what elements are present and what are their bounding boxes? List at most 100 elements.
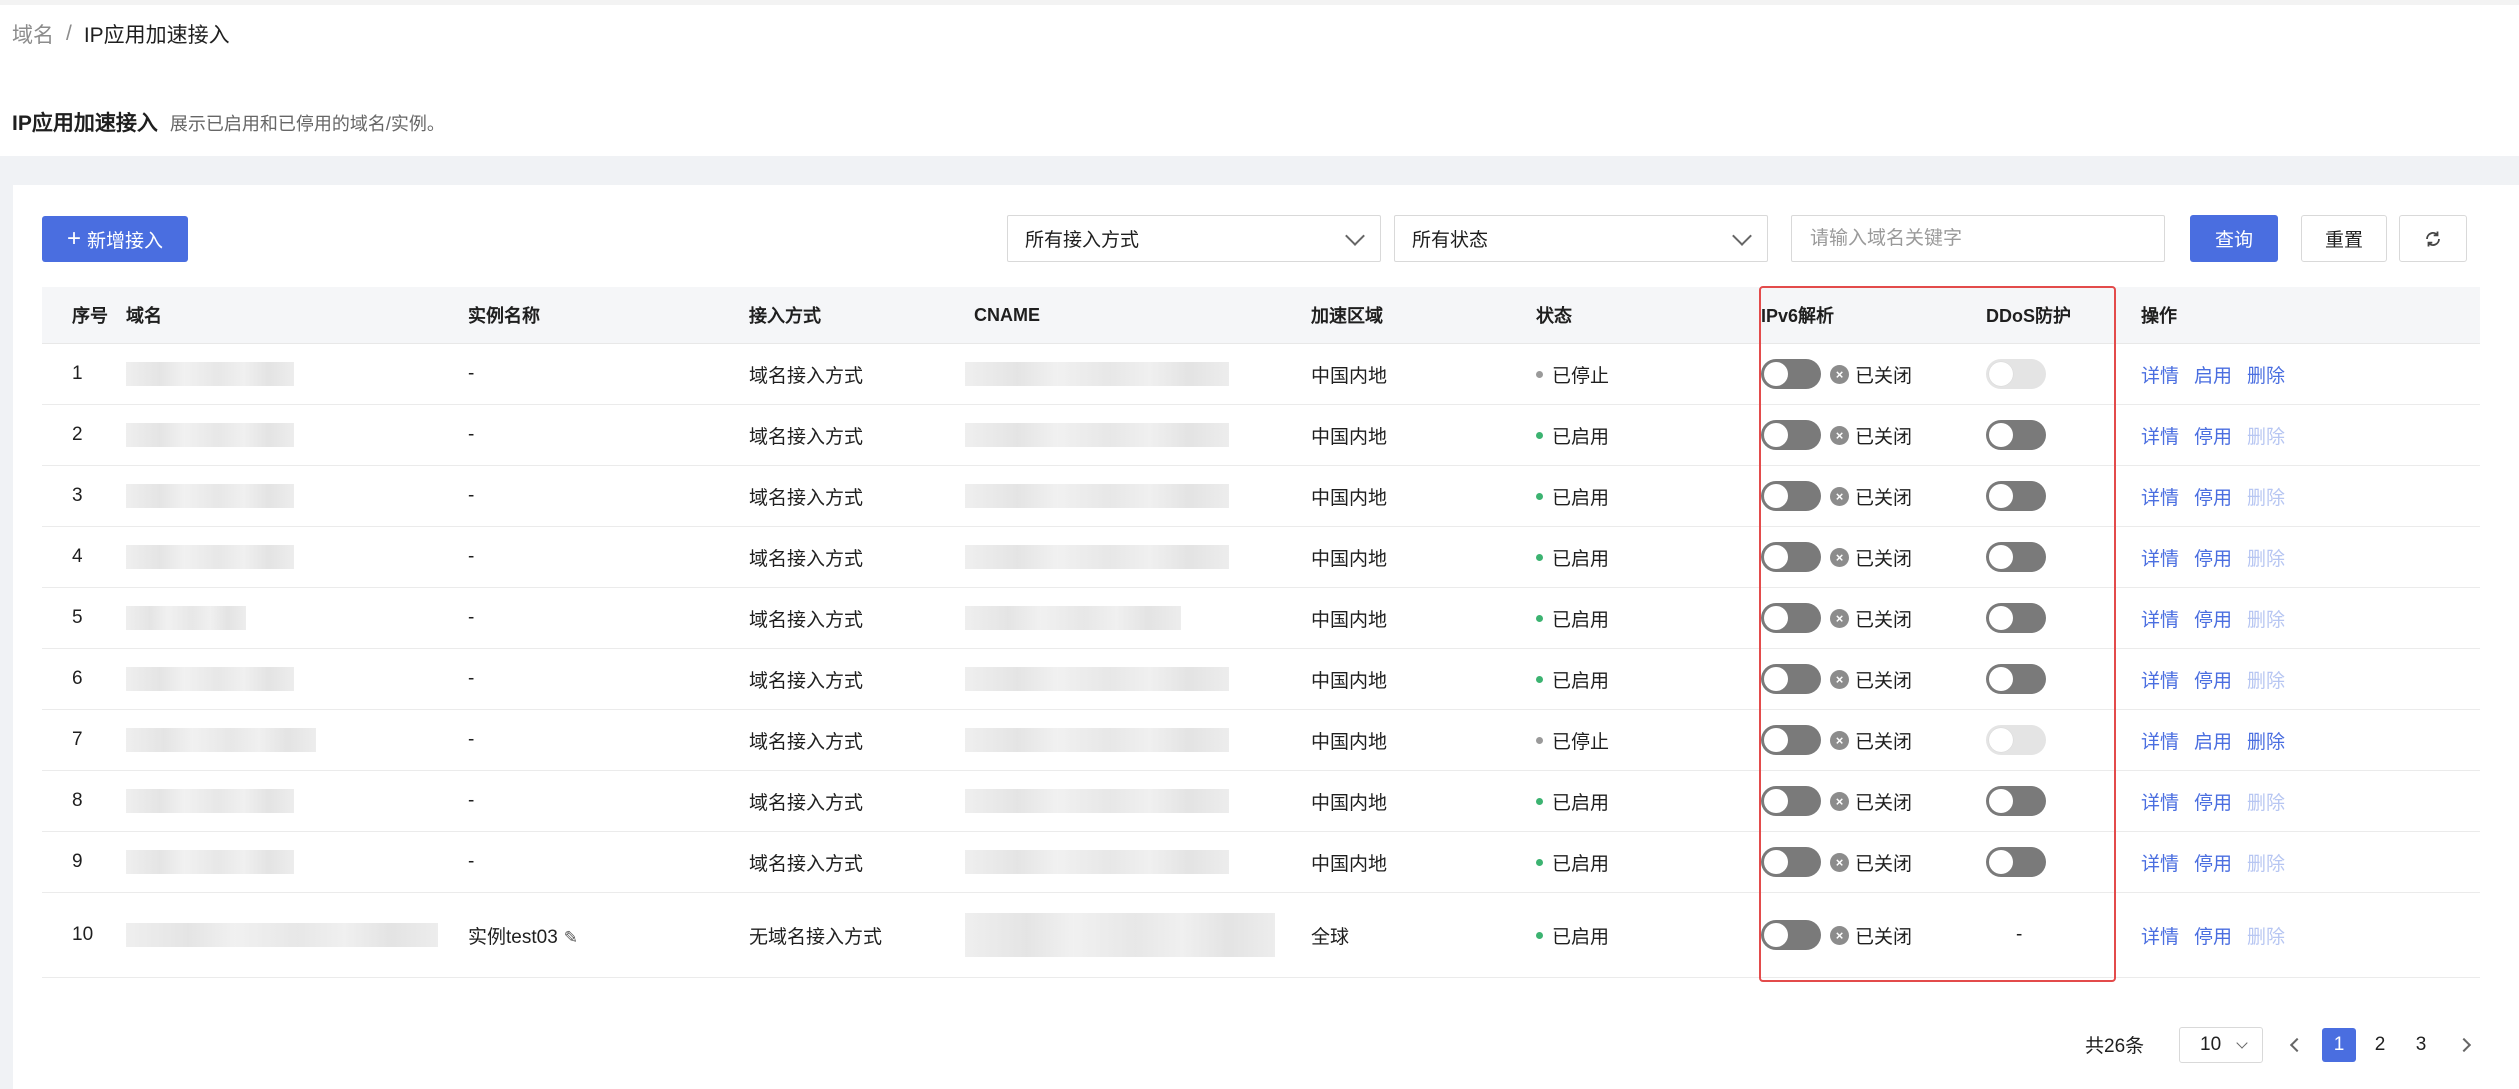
delete-link[interactable]: 删除 (2247, 549, 2285, 570)
breadcrumb-root[interactable]: 域名 (12, 19, 54, 49)
ddos-switch[interactable] (1986, 542, 2046, 572)
cell-cname (965, 404, 1311, 466)
detail-link[interactable]: 详情 (2141, 610, 2179, 631)
delete-link[interactable]: 删除 (2247, 610, 2285, 631)
ddos-switch[interactable] (1986, 603, 2046, 633)
redacted-domain (126, 484, 294, 508)
toggle-link[interactable]: 停用 (2194, 671, 2232, 692)
delete-link[interactable]: 删除 (2247, 671, 2285, 692)
ipv6-switch[interactable] (1761, 542, 1821, 572)
detail-link[interactable]: 详情 (2141, 927, 2179, 948)
page-header: IP应用加速接入 展示已启用和已停用的域名/实例。 (12, 107, 445, 137)
header-status: 状态 (1536, 287, 1761, 344)
detail-link[interactable]: 详情 (2141, 427, 2179, 448)
ddos-switch[interactable] (1986, 786, 2046, 816)
cell-index: 10 (42, 892, 126, 978)
page-3-button[interactable]: 3 (2404, 1028, 2438, 1062)
cell-ipv6: × 已关闭 (1761, 709, 1986, 771)
ipv6-status-text: 已关闭 (1855, 792, 1913, 814)
cell-access: 域名接入方式 (749, 587, 974, 649)
toggle-link[interactable]: 停用 (2194, 793, 2232, 814)
status-text: 已启用 (1552, 670, 1610, 692)
domain-search-input[interactable] (1791, 215, 2165, 262)
delete-link[interactable]: 删除 (2247, 854, 2285, 875)
detail-link[interactable]: 详情 (2141, 854, 2179, 875)
cell-access: 域名接入方式 (749, 831, 974, 893)
cell-ddos (1986, 587, 2124, 649)
add-access-button[interactable]: + 新增接入 (42, 216, 188, 262)
refresh-button[interactable] (2399, 215, 2467, 262)
cell-actions: 详情 停用 删除 (2124, 770, 2480, 832)
delete-link[interactable]: 删除 (2247, 793, 2285, 814)
cell-index: 6 (42, 648, 126, 710)
close-icon: × (1830, 364, 1849, 384)
toggle-link[interactable]: 停用 (2194, 927, 2232, 948)
detail-link[interactable]: 详情 (2141, 671, 2179, 692)
delete-link[interactable]: 删除 (2247, 488, 2285, 509)
delete-link[interactable]: 删除 (2247, 366, 2285, 387)
ipv6-status-text: 已关闭 (1855, 365, 1913, 387)
cell-status: 已启用 (1536, 892, 1761, 978)
next-page-button[interactable] (2447, 1028, 2481, 1062)
ipv6-switch[interactable] (1761, 603, 1821, 633)
cell-ipv6: × 已关闭 (1761, 648, 1986, 710)
delete-link[interactable]: 删除 (2247, 927, 2285, 948)
header-domain: 域名 (126, 287, 468, 344)
cell-cname (965, 526, 1311, 588)
ipv6-status-text: 已关闭 (1855, 609, 1913, 631)
delete-link[interactable]: 删除 (2247, 732, 2285, 753)
toggle-link[interactable]: 停用 (2194, 488, 2232, 509)
page-1-button[interactable]: 1 (2322, 1028, 2356, 1062)
cell-region: 全球 (1311, 892, 1536, 978)
delete-link[interactable]: 删除 (2247, 427, 2285, 448)
ddos-switch[interactable] (1986, 725, 2046, 755)
header-index: 序号 (42, 287, 126, 344)
detail-link[interactable]: 详情 (2141, 366, 2179, 387)
chevron-down-icon (1345, 226, 1365, 246)
toggle-link[interactable]: 停用 (2194, 610, 2232, 631)
ddos-switch[interactable] (1986, 847, 2046, 877)
ipv6-switch[interactable] (1761, 481, 1821, 511)
edit-icon[interactable]: ✎ (564, 928, 578, 947)
breadcrumb: 域名 / IP应用加速接入 (12, 19, 230, 49)
ddos-switch[interactable] (1986, 420, 2046, 450)
status-text: 已启用 (1552, 926, 1610, 948)
toggle-link[interactable]: 停用 (2194, 854, 2232, 875)
ipv6-switch[interactable] (1761, 847, 1821, 877)
ddos-switch[interactable] (1986, 481, 2046, 511)
status-text: 已启用 (1552, 792, 1610, 814)
ddos-switch[interactable] (1986, 359, 2046, 389)
plus-icon: + (66, 225, 81, 252)
status-dot (1536, 431, 1543, 439)
toggle-link[interactable]: 启用 (2194, 732, 2232, 753)
detail-link[interactable]: 详情 (2141, 732, 2179, 753)
ipv6-switch[interactable] (1761, 786, 1821, 816)
ipv6-switch[interactable] (1761, 664, 1821, 694)
toggle-link[interactable]: 停用 (2194, 549, 2232, 570)
reset-button[interactable]: 重置 (2301, 215, 2387, 262)
ddos-switch[interactable] (1986, 664, 2046, 694)
ipv6-switch[interactable] (1761, 359, 1821, 389)
cell-ddos (1986, 465, 2124, 527)
add-access-label: 新增接入 (87, 230, 164, 252)
toggle-link[interactable]: 停用 (2194, 427, 2232, 448)
cell-status: 已启用 (1536, 526, 1761, 588)
detail-link[interactable]: 详情 (2141, 488, 2179, 509)
detail-link[interactable]: 详情 (2141, 549, 2179, 570)
table-row: 9 - 域名接入方式 中国内地 已启用 × 已关闭 详情 停用 删除 (42, 831, 2480, 893)
status-select[interactable]: 所有状态 (1394, 215, 1768, 262)
detail-link[interactable]: 详情 (2141, 793, 2179, 814)
status-dot (1536, 553, 1543, 561)
ipv6-switch[interactable] (1761, 725, 1821, 755)
toggle-link[interactable]: 启用 (2194, 366, 2232, 387)
query-button[interactable]: 查询 (2190, 215, 2278, 262)
query-label: 查询 (2214, 230, 2253, 251)
ipv6-status-text: 已关闭 (1855, 853, 1913, 875)
access-method-select[interactable]: 所有接入方式 (1007, 215, 1381, 262)
page-size-select[interactable]: 10 (2179, 1027, 2263, 1063)
page-2-button[interactable]: 2 (2363, 1028, 2397, 1062)
prev-page-button[interactable] (2280, 1028, 2314, 1062)
ipv6-switch[interactable] (1761, 920, 1821, 950)
header-ddos: DDoS防护 (1986, 287, 2124, 344)
ipv6-switch[interactable] (1761, 420, 1821, 450)
